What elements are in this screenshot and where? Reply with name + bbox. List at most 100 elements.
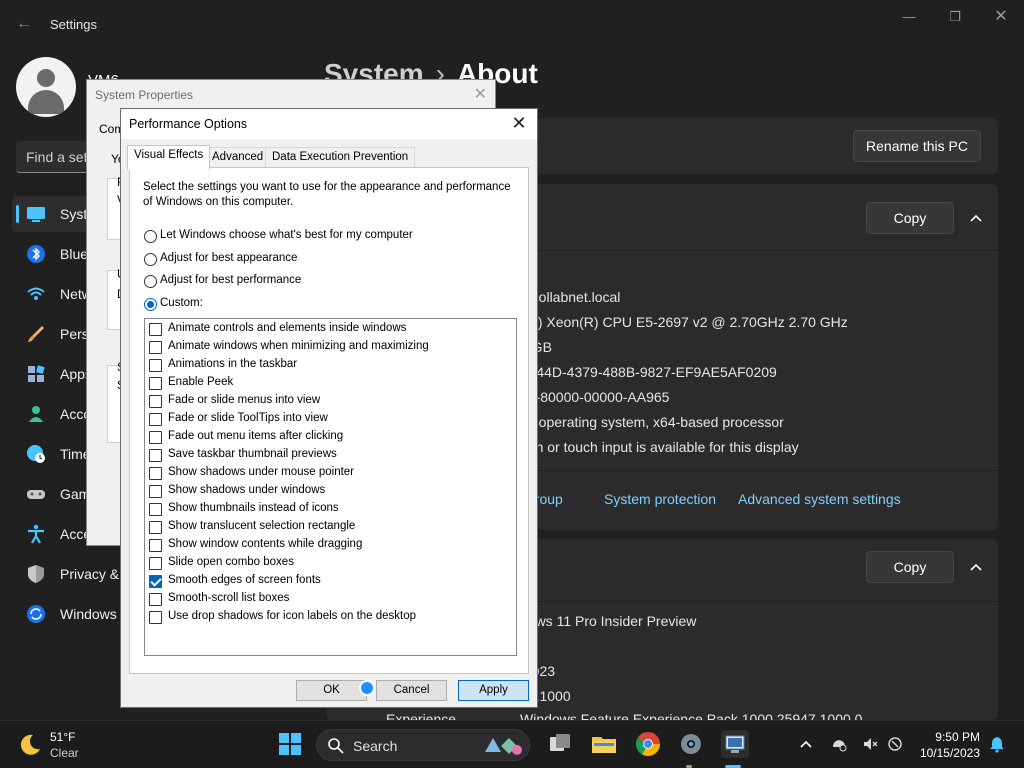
spec-processor: l(R) Xeon(R) CPU E5-2697 v2 @ 2.70GHz 2.… (520, 314, 848, 330)
taskbar-search[interactable]: Search (316, 729, 530, 761)
back-arrow-icon[interactable]: ← (12, 12, 36, 36)
person-icon (29, 406, 43, 422)
spec-pen-touch: pen or touch input is available for this… (520, 439, 799, 455)
checkbox-label: Animate controls and elements inside win… (168, 322, 407, 334)
file-explorer-icon[interactable] (590, 730, 618, 758)
radio-button[interactable] (144, 230, 157, 243)
chevron-up-icon[interactable] (797, 735, 815, 753)
cancel-button[interactable]: Cancel (376, 680, 447, 701)
radio-button[interactable] (144, 253, 157, 266)
checkbox[interactable] (149, 431, 162, 444)
checkbox-label: Use drop shadows for icon labels on the … (168, 610, 417, 622)
checkbox[interactable] (149, 395, 162, 408)
copy-button[interactable]: Copy (866, 551, 954, 583)
tab-advanced[interactable]: Advanced (205, 147, 271, 169)
checkbox[interactable] (149, 503, 162, 516)
checkbox-label: Save taskbar thumbnail previews (168, 448, 337, 460)
close-icon[interactable]: ✕ (989, 8, 1013, 28)
spec-system-type: bit operating system, x64-based processo… (520, 414, 784, 430)
checkbox-label: Show shadows under windows (168, 484, 326, 496)
checkbox[interactable] (149, 575, 162, 588)
apply-button[interactable]: Apply (458, 680, 529, 701)
notification-bell-icon[interactable] (988, 735, 1006, 753)
description-text: Select the settings you want to use for … (143, 181, 511, 208)
chevron-up-icon[interactable] (966, 557, 986, 577)
close-icon[interactable]: ✕ (474, 84, 487, 104)
chrome-icon[interactable] (634, 730, 662, 758)
task-view-icon[interactable] (546, 730, 574, 758)
selection-indicator (16, 205, 19, 223)
copy-button[interactable]: Copy (866, 202, 954, 234)
settings-gear-icon[interactable] (677, 730, 705, 758)
restore-icon[interactable]: ❐ (943, 8, 967, 28)
checkbox[interactable] (149, 341, 162, 354)
checkbox[interactable] (149, 539, 162, 552)
moon-icon[interactable] (18, 733, 42, 757)
wifi-icon (27, 287, 45, 300)
checkbox[interactable] (149, 521, 162, 534)
checkbox-label: Show thumbnails instead of icons (168, 502, 339, 514)
apps-icon (28, 365, 45, 382)
radio-label: Let Windows choose what's best for my co… (160, 229, 413, 241)
system-properties-icon[interactable] (721, 730, 749, 758)
group-box (107, 365, 121, 443)
volume-icon[interactable] (862, 735, 880, 753)
clock-date[interactable]: 10/15/2023 (920, 746, 980, 760)
checkbox[interactable] (149, 449, 162, 462)
dialog-titlebar: Performance Options ✕ (121, 109, 537, 139)
spec-product-id: 30-80000-00000-AA965 (520, 389, 670, 405)
link-system-protection[interactable]: System protection (604, 491, 716, 507)
checkbox-label: Animations in the taskbar (168, 358, 298, 370)
clock-time[interactable]: 9:50 PM (935, 730, 980, 744)
visual-effects-list[interactable]: Animate controls and elements inside win… (144, 318, 517, 656)
checkbox-label: Show translucent selection rectangle (168, 520, 356, 532)
spec-experience-label: Experience (386, 711, 457, 720)
checkbox[interactable] (149, 485, 162, 498)
performance-options-dialog: Performance Options ✕ Visual Effects Adv… (120, 108, 538, 708)
close-icon[interactable]: ✕ (509, 113, 529, 133)
gamepad-icon (27, 490, 45, 499)
touch-cursor-icon (359, 680, 375, 696)
checkbox-label: Fade or slide ToolTips into view (168, 412, 328, 424)
bluetooth-icon (27, 245, 45, 263)
checkbox-label: Smooth-scroll list boxes (168, 592, 290, 604)
tab-data-execution-prevention[interactable]: Data Execution Prevention (265, 147, 416, 169)
radio-label: Adjust for best performance (160, 274, 302, 286)
link-advanced-system-settings[interactable]: Advanced system settings (738, 491, 901, 507)
tab-visual-effects[interactable]: Visual Effects (127, 145, 211, 170)
spec-experience-value: Windows Feature Experience Pack 1000.259… (520, 711, 863, 720)
accessibility-icon (28, 524, 44, 544)
checkbox[interactable] (149, 557, 162, 570)
checkbox[interactable] (149, 359, 162, 372)
spec-device-id: F844D-4379-488B-9827-EF9AE5AF0209 (520, 364, 777, 380)
visual-effects-panel: Select the settings you want to use for … (129, 167, 529, 674)
search-icon (328, 738, 344, 754)
checkbox[interactable] (149, 413, 162, 426)
checkbox[interactable] (149, 611, 162, 624)
battery-icon[interactable] (886, 735, 904, 753)
checkbox[interactable] (149, 377, 162, 390)
checkbox-label: Show shadows under mouse pointer (168, 466, 355, 478)
checkbox[interactable] (149, 467, 162, 480)
rename-pc-button[interactable]: Rename this PC (853, 130, 981, 162)
radio-button[interactable] (144, 275, 157, 288)
ok-button[interactable]: OK (296, 680, 367, 701)
checkbox-label: Enable Peek (168, 376, 234, 388)
taskbar: 51°F Clear Search 9:50 PM 10/15/2023 (0, 720, 1024, 768)
start-icon[interactable] (276, 730, 304, 758)
avatar[interactable] (16, 57, 76, 117)
update-icon (27, 605, 45, 623)
checkbox-label: Fade or slide menus into view (168, 394, 321, 406)
chevron-up-icon[interactable] (966, 208, 986, 228)
checkbox[interactable] (149, 593, 162, 606)
minimize-icon[interactable]: — (897, 8, 921, 28)
spec-edition: dows 11 Pro Insider Preview (520, 613, 697, 629)
checkbox-label: Animate windows when minimizing and maxi… (168, 340, 429, 352)
radio-label: Custom: (160, 297, 203, 309)
checkbox-label: Show window contents while dragging (168, 538, 363, 550)
network-icon[interactable] (830, 735, 848, 753)
weather-description[interactable]: Clear (50, 746, 79, 760)
radio-button[interactable] (144, 298, 157, 311)
checkbox[interactable] (149, 323, 162, 336)
weather-temperature[interactable]: 51°F (50, 730, 75, 744)
